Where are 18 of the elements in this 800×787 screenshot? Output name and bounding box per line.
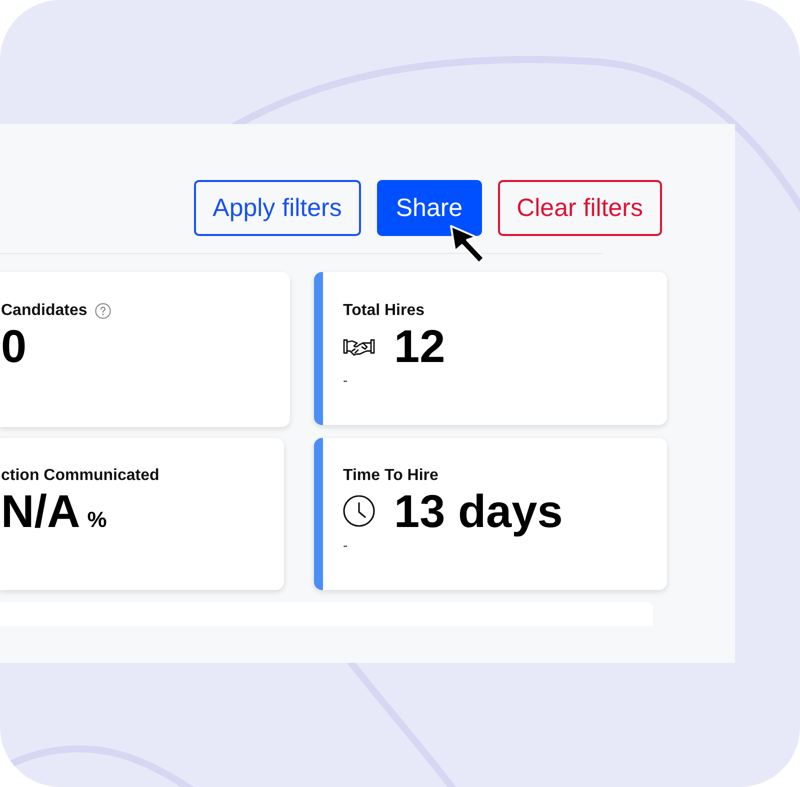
clock-icon	[343, 495, 375, 527]
metric-title: Total Hires	[343, 301, 424, 321]
toolbar-button[interactable]: Apply filters	[194, 180, 361, 236]
metric-subtext: -	[343, 536, 348, 554]
metric-value: 13 days	[394, 487, 563, 535]
metric-title: Candidates	[1, 301, 88, 321]
metric-subtext: -	[343, 371, 348, 389]
metric-value: 12	[394, 322, 446, 370]
help-icon[interactable]	[95, 303, 112, 319]
handshake-icon	[343, 336, 375, 356]
metric-value: N/A	[1, 487, 80, 535]
toolbar-button[interactable]: Share	[376, 180, 482, 236]
metric-title: ction Communicated	[1, 466, 160, 486]
metric-value: 0	[1, 322, 27, 370]
mouse-pointer-icon	[449, 224, 487, 265]
metric-unit: %	[87, 508, 107, 532]
toolbar-button[interactable]: Clear filters	[498, 180, 662, 236]
metric-title: Time To Hire	[343, 466, 438, 486]
